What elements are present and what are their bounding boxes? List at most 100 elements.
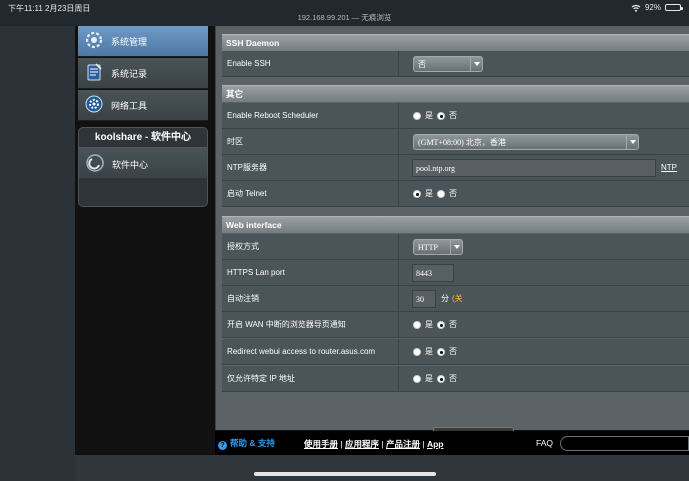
sidebar-item-software-center[interactable]: 软件中心 [79,148,207,178]
wan-notify-yes-radio[interactable] [413,321,421,329]
allow-ip-no-label: 否 [449,374,457,383]
timezone-label: 时区 [227,129,399,155]
redirect-webui-label: Redirect webui access to router.asus.com [227,339,399,365]
help-support-label: 帮助 & 支持 [230,438,275,448]
allow-ip-no-radio[interactable] [437,375,445,383]
redirect-yes-radio[interactable] [413,348,421,356]
section-header-web-interface: Web interface [222,216,689,233]
chevron-down-icon [470,57,482,71]
section-header-ssh: SSH Daemon [222,34,689,51]
software-center-icon [86,154,104,172]
row-telnet: 启动 Telnet 是 否 [222,181,689,207]
redirect-yes-label: 是 [425,347,433,356]
enable-ssh-select[interactable]: 否 [413,56,483,72]
row-ntp-server: NTP服务器 pool.ntp.org NTP连接 [222,155,689,198]
sidebar-menu: 系统管理 系统记录 网络工具 [78,26,208,122]
ntp-server-label: NTP服务器 [227,155,399,181]
background-bottom [75,455,689,481]
reboot-no-label: 否 [449,111,457,120]
row-https-port: HTTPS Lan port 8443 [222,260,689,286]
row-auth-method: 授权方式 HTTP [222,234,689,260]
footer-link-register[interactable]: 产品注册 [386,439,420,449]
allow-ip-yes-label: 是 [425,374,433,383]
chevron-down-icon [450,240,462,254]
telnet-no-radio[interactable] [437,190,445,198]
telnet-label: 启动 Telnet [227,181,399,207]
sidebar-item-label: 系统管理 [111,37,148,47]
sidebar-item-label: 网络工具 [111,101,148,111]
row-timezone: 时区 (GMT+08:00) 北京，香港 [222,129,689,155]
faq-label: FAQ [536,438,554,448]
auth-method-value: HTTP [418,243,438,252]
footer-separator: | [340,439,343,449]
auto-logout-hint: (关闭：0) [452,294,468,355]
section-header-other: 其它 [222,85,689,102]
status-indicators: 92% [631,3,683,12]
auth-method-label: 授权方式 [227,234,399,260]
settings-panel: SSH Daemon Enable SSH 否 其它 Enable Reboot… [215,26,689,430]
sidebar-item-system-admin[interactable]: 系统管理 [78,26,208,57]
row-reboot-scheduler: Enable Reboot Scheduler 是 否 [222,103,689,129]
auto-logout-input[interactable]: 30 [412,290,436,308]
auto-logout-unit: 分 [441,294,449,303]
wan-notify-no-label: 否 [449,320,457,329]
background-left [0,26,75,481]
battery-percent: 92% [644,3,661,12]
wan-notify-label: 开启 WAN 中断的浏览器导页通知 [227,312,399,338]
question-icon: ? [218,441,227,450]
reboot-no-radio[interactable] [437,112,445,120]
telnet-no-label: 否 [449,189,457,198]
https-port-label: HTTPS Lan port [227,260,399,286]
enable-ssh-value: 否 [418,60,426,69]
wan-notify-no-radio[interactable] [437,321,445,329]
row-allow-ip: 仅允许特定 IP 地址 是 否 [222,366,689,392]
ntp-server-input[interactable]: pool.ntp.org [412,159,656,177]
address-bar[interactable]: 192.168.99.201 — 无痕浏览 [0,12,689,23]
telnet-yes-radio[interactable] [413,190,421,198]
timezone-value: (GMT+08:00) 北京，香港 [418,138,506,147]
chevron-down-icon [626,135,638,149]
network-tools-icon [85,95,103,113]
reboot-yes-radio[interactable] [413,112,421,120]
status-bar: 下午11:11 2月23日周日 192.168.99.201 — 无痕浏览 92… [0,0,689,26]
sidebar-item-label: 系统记录 [111,69,148,79]
wifi-icon [631,4,641,12]
row-wan-notify: 开启 WAN 中断的浏览器导页通知 是 否 [222,312,689,338]
footer-links: 使用手册 | 应用程序 | 产品注册 | App [304,438,443,450]
gear-wrench-icon [85,31,103,49]
enable-ssh-label: Enable SSH [227,51,399,77]
redirect-no-radio[interactable] [437,348,445,356]
sidebar-item-system-log[interactable]: 系统记录 [78,58,208,89]
home-indicator[interactable] [254,472,436,476]
footer-link-manual[interactable]: 使用手册 [304,439,338,449]
battery-icon [665,4,683,11]
faq-search-input[interactable] [560,436,689,451]
footer-separator: | [381,439,384,449]
footer-link-app[interactable]: App [427,439,444,449]
footer-separator: | [422,439,425,449]
koolshare-title: koolshare - 软件中心 [79,128,207,148]
sidebar-item-label: 软件中心 [112,160,149,170]
help-support-link[interactable]: ? 帮助 & 支持 [218,437,275,450]
koolshare-panel: koolshare - 软件中心 软件中心 [78,127,208,207]
ntp-link[interactable]: NTP连接 [661,155,677,198]
row-redirect-webui: Redirect webui access to router.asus.com… [222,339,689,365]
router-admin-page: 系统管理 系统记录 网络工具 koolshare - 软件中心 软件中心 SSH… [75,26,689,455]
reboot-yes-label: 是 [425,111,433,120]
telnet-yes-label: 是 [425,189,433,198]
timezone-select[interactable]: (GMT+08:00) 北京，香港 [413,134,639,150]
wan-notify-yes-label: 是 [425,320,433,329]
sidebar-item-network-tools[interactable]: 网络工具 [78,90,208,121]
redirect-no-label: 否 [449,347,457,356]
allow-ip-yes-radio[interactable] [413,375,421,383]
reboot-scheduler-label: Enable Reboot Scheduler [227,103,399,129]
row-enable-ssh: Enable SSH 否 [222,51,689,77]
log-document-icon [87,63,102,81]
allow-ip-label: 仅允许特定 IP 地址 [227,366,399,392]
auth-method-select[interactable]: HTTP [413,239,463,255]
footer-link-apps[interactable]: 应用程序 [345,439,379,449]
https-port-input[interactable]: 8443 [412,264,454,282]
row-auto-logout: 自动注销 30 分 (关闭：0) [222,286,689,355]
footer: ? 帮助 & 支持 使用手册 | 应用程序 | 产品注册 | App FAQ [215,431,689,455]
auto-logout-label: 自动注销 [227,286,399,312]
